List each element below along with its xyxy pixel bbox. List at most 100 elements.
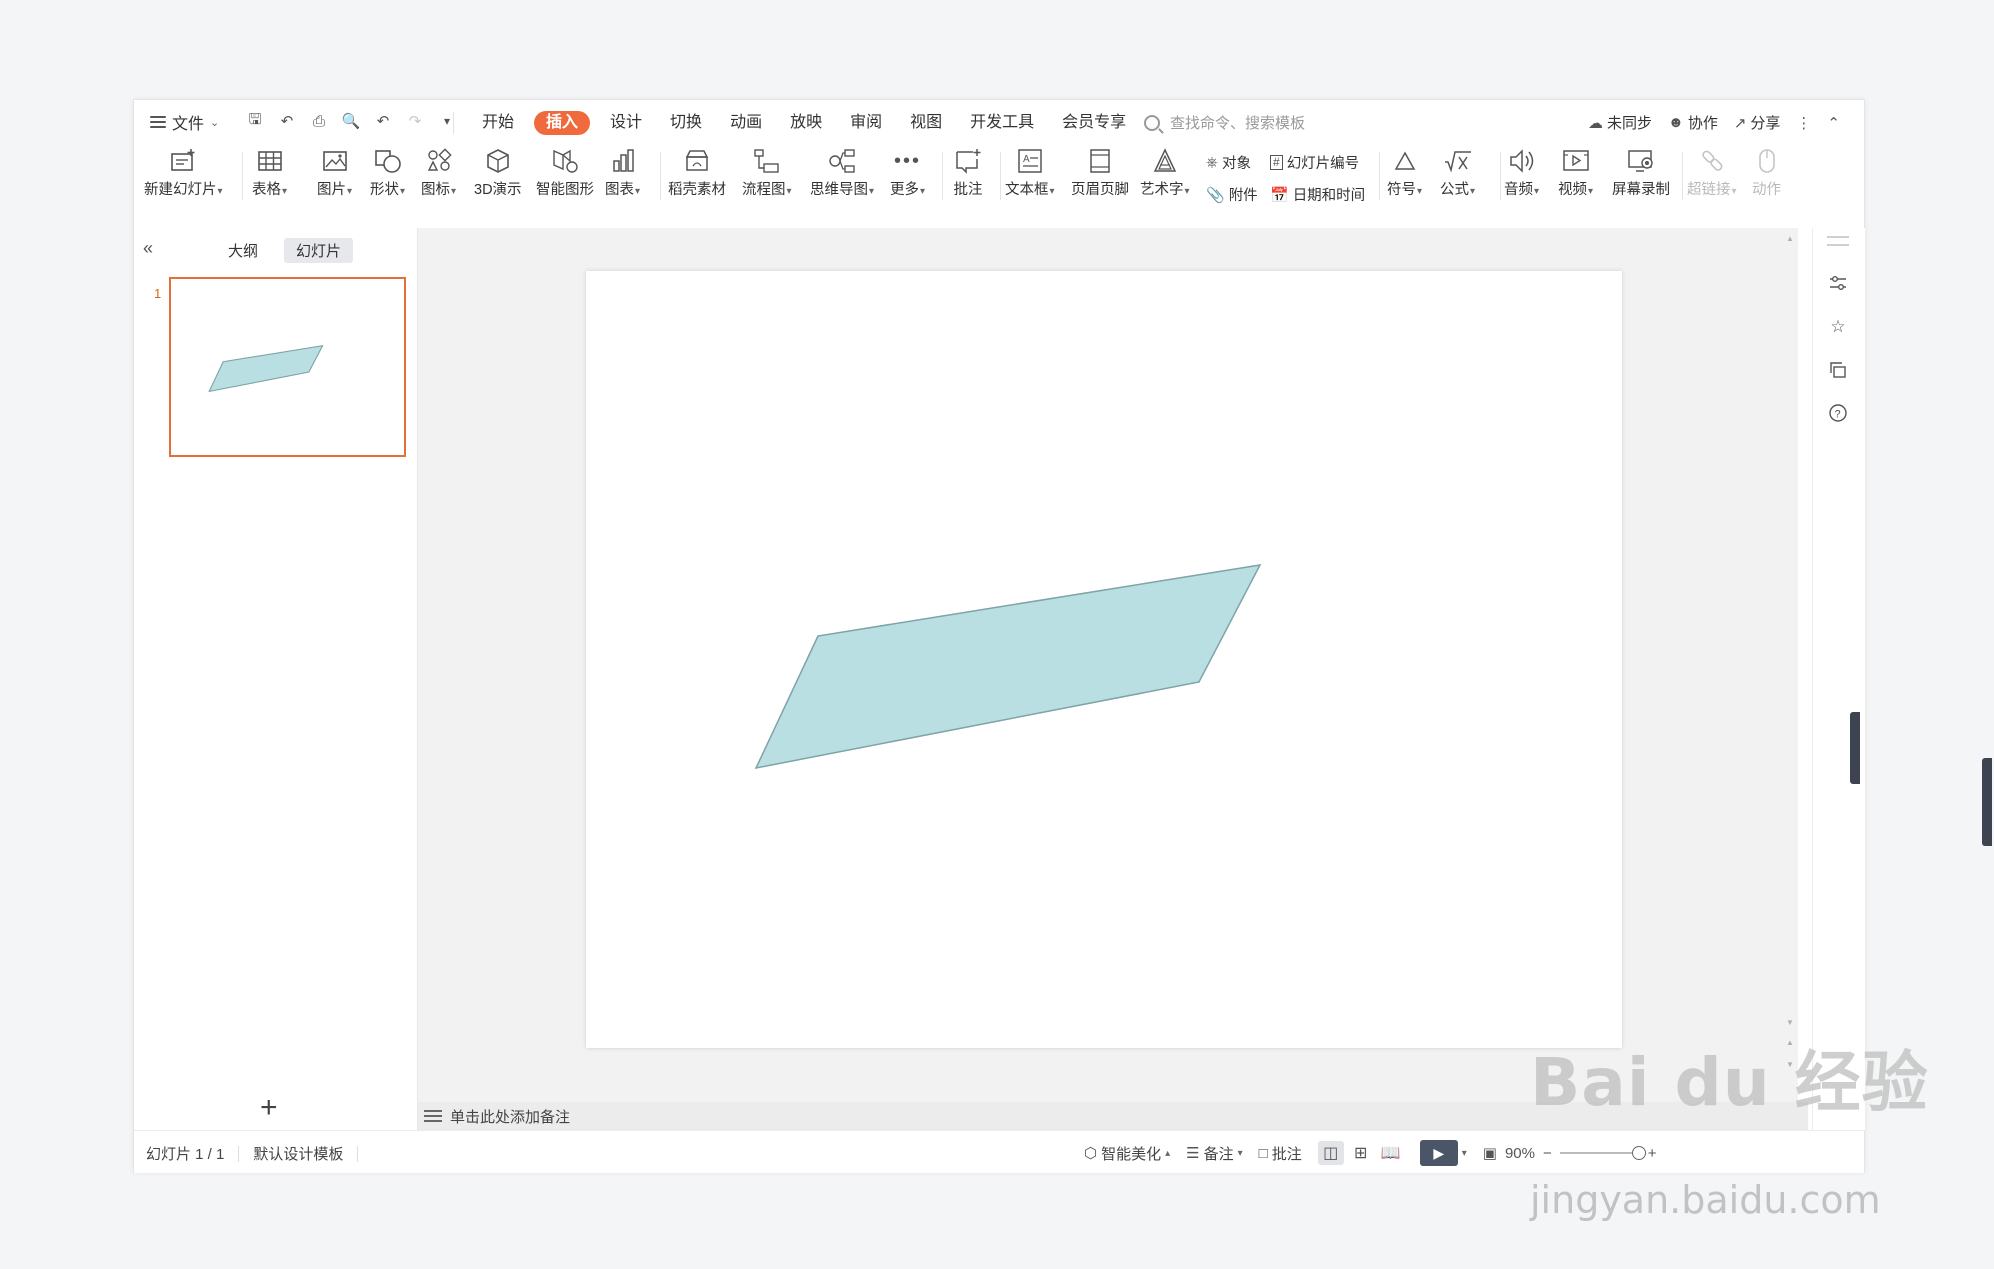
print-preview-icon[interactable]: 🔍 [342, 112, 361, 130]
tab-outline[interactable]: 大纲 [216, 238, 270, 263]
zoom-in-icon[interactable]: + [1648, 1145, 1657, 1162]
video-button[interactable]: 视频▾ [1558, 144, 1593, 199]
collapse-panel-icon[interactable]: « [143, 238, 153, 259]
table-button[interactable]: 表格▾ [252, 144, 287, 199]
tab-transitions[interactable]: 切换 [656, 111, 716, 135]
next-slide-icon[interactable]: ▼ [1786, 1060, 1794, 1069]
textbox-button[interactable]: A 文本框▾ [1005, 144, 1055, 199]
slide-number-label: 幻灯片编号 [1286, 156, 1360, 172]
new-slide-icon [169, 144, 197, 178]
picture-label: 图片 [317, 182, 346, 198]
slide-canvas[interactable] [586, 271, 1622, 1048]
undo-icon[interactable]: ↶ [374, 112, 392, 130]
zoom-slider[interactable] [1559, 1146, 1646, 1160]
command-search[interactable]: 查找命令、搜索模板 [1144, 112, 1305, 133]
slide-thumbnail[interactable] [169, 277, 406, 457]
comment-toggle-button[interactable]: □ 批注 [1259, 1143, 1302, 1164]
slide-number-button[interactable]: # 幻灯片编号 [1270, 152, 1359, 173]
docer-material-button[interactable]: 稻壳素材 [668, 144, 726, 199]
3d-demo-button[interactable]: 3D演示 [474, 144, 522, 199]
add-slide-button[interactable]: + [260, 1093, 278, 1123]
sync-button[interactable]: ☁ 未同步 [1588, 112, 1652, 133]
notes-pane[interactable]: 单击此处添加备注 [418, 1102, 1808, 1130]
screen-record-button[interactable]: 屏幕录制 [1612, 144, 1670, 199]
share-icon: ↗ [1733, 114, 1747, 132]
template-name[interactable]: 默认设计模板 [253, 1143, 343, 1164]
chart-button[interactable]: 图表▾ [605, 144, 640, 199]
video-label: 视频 [1558, 182, 1587, 198]
header-footer-button[interactable]: 页眉页脚 [1071, 144, 1129, 199]
fit-window-icon[interactable]: ▣ [1483, 1144, 1497, 1162]
more-icon: ••• [894, 149, 922, 172]
mindmap-button[interactable]: 思维导图▾ [810, 144, 874, 199]
slide-sorter-icon[interactable]: ⊞ [1348, 1141, 1374, 1165]
save-icon[interactable]: 🖫 [246, 111, 264, 130]
tab-animations[interactable]: 动画 [716, 111, 776, 135]
tab-member[interactable]: 会员专享 [1048, 111, 1140, 135]
collapse-ribbon-icon[interactable]: ⌃ [1827, 114, 1840, 132]
normal-view-icon[interactable]: ◫ [1317, 1141, 1344, 1165]
tab-developer[interactable]: 开发工具 [956, 111, 1048, 135]
pin-icon[interactable]: ☆ [1827, 316, 1849, 338]
formula-button[interactable]: 公式▾ [1440, 144, 1475, 199]
redo-icon[interactable]: ↷ [406, 112, 424, 130]
tab-slides[interactable]: 幻灯片 [284, 238, 354, 263]
side-floating-tab[interactable] [1982, 758, 1992, 846]
zoom-level[interactable]: 90% [1505, 1145, 1535, 1162]
audio-button[interactable]: 音频▾ [1504, 144, 1539, 199]
tab-insert[interactable]: 插入 [534, 111, 591, 135]
tab-design[interactable]: 设计 [596, 111, 656, 135]
attachment-button[interactable]: 📎 附件 [1206, 184, 1258, 205]
tab-slideshow[interactable]: 放映 [776, 111, 836, 135]
share-label: 分享 [1750, 115, 1781, 132]
file-menu-label: 文件 [172, 116, 205, 133]
symbol-button[interactable]: 符号▾ [1387, 144, 1422, 199]
divider [357, 1145, 359, 1162]
wordart-label: 艺术字 [1140, 182, 1184, 198]
print-icon[interactable]: ⎙ [310, 112, 328, 130]
notes-toggle-button[interactable]: ☰ 备注 ▾ [1186, 1143, 1243, 1164]
new-slide-button[interactable]: 新建幻灯片▾ [144, 144, 223, 199]
shape-button[interactable]: 形状▾ [370, 144, 405, 199]
user-icon: ☻ [1668, 114, 1684, 131]
date-time-button[interactable]: 📅 日期和时间 [1270, 184, 1365, 205]
object-button[interactable]: ⎈ 对象 [1206, 152, 1251, 173]
picture-button[interactable]: 图片▾ [317, 144, 352, 199]
tab-home[interactable]: 开始 [468, 111, 528, 135]
tab-view[interactable]: 视图 [896, 111, 956, 135]
flowchart-button[interactable]: 流程图▾ [742, 144, 792, 199]
properties-icon[interactable] [1827, 272, 1849, 294]
more-button[interactable]: ••• 更多▾ [890, 144, 925, 199]
notes-toggle-label: 备注 [1203, 1145, 1234, 1163]
help-icon[interactable]: ? [1827, 402, 1849, 424]
tab-review[interactable]: 审阅 [836, 111, 896, 135]
textbox-icon: A [1016, 144, 1044, 178]
paperclip-icon: 📎 [1206, 186, 1225, 204]
file-menu[interactable]: 文件 ⌄ [150, 110, 219, 134]
play-options-icon[interactable]: ▾ [1462, 1148, 1467, 1159]
wordart-button[interactable]: 艺术字▾ [1140, 144, 1190, 199]
zoom-slider-knob[interactable] [1631, 1146, 1646, 1160]
reading-view-icon[interactable]: 📖 [1378, 1141, 1404, 1165]
prev-slide-icon[interactable]: ▲ [1786, 1038, 1794, 1047]
zoom-out-icon[interactable]: − [1543, 1145, 1552, 1162]
icon-button[interactable]: 图标▾ [421, 144, 456, 199]
collaborate-button[interactable]: ☻ 协作 [1668, 112, 1718, 133]
vertical-scrollbar[interactable]: ▲ ▼ ▲ ▼ [1782, 228, 1798, 1102]
share-button[interactable]: ↗ 分享 [1734, 112, 1781, 133]
action-button[interactable]: 动作 [1752, 144, 1781, 199]
scroll-down-icon[interactable]: ▼ [1786, 1018, 1794, 1027]
comment-button[interactable]: 批注 [953, 144, 983, 199]
smart-graphic-button[interactable]: 智能图形 [536, 144, 594, 199]
play-slideshow-button[interactable]: ▶ [1419, 1140, 1458, 1166]
copy-format-icon[interactable] [1827, 359, 1849, 381]
smart-beautify-button[interactable]: ⬡ 智能美化 ▴ [1084, 1143, 1170, 1164]
slide-number: 1 [154, 286, 162, 301]
more-options-icon[interactable]: ⋮ [1796, 114, 1811, 132]
hyperlink-button[interactable]: 超链接▾ [1687, 144, 1737, 199]
export-pdf-icon[interactable]: ↶ [278, 112, 296, 130]
comment-toggle-label: 批注 [1271, 1145, 1302, 1163]
scroll-up-icon[interactable]: ▲ [1786, 234, 1794, 243]
parallelogram-shape[interactable] [754, 564, 1262, 770]
side-floating-tab[interactable] [1850, 712, 1860, 784]
